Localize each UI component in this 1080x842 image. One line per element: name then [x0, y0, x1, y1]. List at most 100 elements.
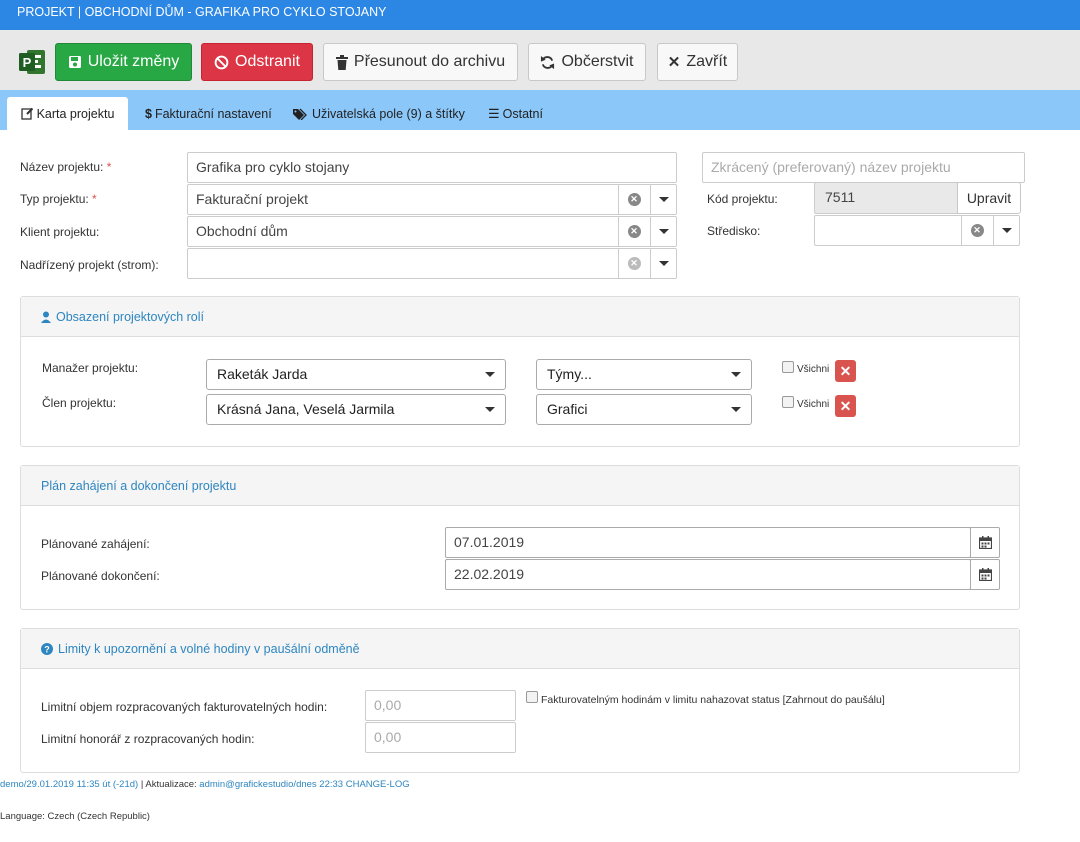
roles-panel-header: Obsazení projektových rolí — [21, 297, 1019, 337]
chevron-down-icon[interactable] — [650, 248, 677, 279]
plan-title: Plán zahájení a dokončení projektu — [41, 478, 237, 493]
end-label: Plánované dokončení: — [41, 569, 160, 583]
type-label: Typ projektu: * — [20, 192, 97, 206]
tab-label: Fakturační nastavení — [154, 106, 272, 121]
manager-team-select[interactable]: Týmy... — [536, 359, 752, 390]
clear-icon[interactable]: ✕ — [961, 215, 992, 246]
manager-team-value: Týmy... — [547, 366, 592, 382]
project-code-input: 7511 — [814, 182, 958, 214]
refresh-label: Občerstvit — [561, 53, 634, 70]
member-team-value: Grafici — [547, 401, 588, 417]
window-title: PROJEKT | OBCHODNÍ DŮM - GRAFIKA PRO CYK… — [0, 0, 1080, 30]
project-type-select[interactable]: Fakturační projekt ✕ — [187, 184, 677, 215]
member-team-select[interactable]: Grafici — [536, 394, 752, 425]
close-icon: ✕ — [839, 362, 852, 379]
archive-button[interactable]: Přesunout do archivu — [323, 43, 518, 81]
chevron-down-icon — [485, 407, 495, 412]
save-icon — [68, 56, 81, 68]
bars-icon: ☰ — [488, 105, 500, 121]
created-link[interactable]: demo/29.01.2019 11:35 út (-21d) — [0, 779, 138, 790]
member-value: Krásná Jana, Veselá Jarmila — [217, 401, 395, 417]
member-select[interactable]: Krásná Jana, Veselá Jarmila — [206, 394, 506, 425]
updated-link[interactable]: admin@grafickestudio/dnes 22:33 — [199, 779, 343, 790]
ms-project-icon: P — [17, 47, 47, 77]
roles-panel: Obsazení projektových rolí Manažer proje… — [20, 296, 1020, 447]
toolbar: P Uložit změny Odstranit Přesunout do ar… — [0, 30, 1080, 90]
include-status-checkbox[interactable] — [526, 691, 538, 703]
member-all-checkbox[interactable] — [782, 396, 794, 408]
close-button[interactable]: ✕ Zavřít — [657, 43, 738, 81]
clear-icon[interactable]: ✕ — [618, 184, 649, 215]
hours-limit-label: Limitní objem rozpracovaných fakturovate… — [41, 700, 328, 714]
include-status-label: Fakturovatelným hodinám v limitu nahazov… — [541, 694, 885, 706]
fee-limit-label: Limitní honorář z rozpracovaných hodin: — [41, 732, 255, 746]
plan-panel-header: Plán zahájení a dokončení projektu — [21, 466, 1019, 506]
member-label: Člen projektu: — [42, 396, 117, 410]
calendar-icon[interactable] — [970, 559, 1000, 590]
name-label: Název projektu: * — [20, 160, 112, 174]
manager-label: Manažer projektu: — [42, 361, 139, 375]
project-type-value: Fakturační projekt — [196, 191, 309, 207]
chevron-down-icon[interactable] — [993, 215, 1020, 246]
save-button[interactable]: Uložit změny — [55, 43, 192, 81]
client-value: Obchodní dům — [196, 223, 288, 239]
end-date-input[interactable]: 22.02.2019 — [445, 559, 971, 590]
parent-label: Nadřízený projekt (strom): — [20, 258, 159, 272]
plan-panel: Plán zahájení a dokončení projektu Pláno… — [20, 465, 1020, 610]
hours-limit-input[interactable]: 0,00 — [365, 690, 516, 721]
clear-icon[interactable]: ✕ — [618, 216, 649, 247]
tab-label: Karta projektu — [36, 106, 115, 121]
chevron-down-icon[interactable] — [650, 184, 677, 215]
tab-label: Uživatelská pole (9) a štítky — [312, 106, 465, 121]
client-label: Klient projektu: — [20, 225, 100, 239]
code-label: Kód projektu: — [707, 192, 778, 206]
tab-karta-projektu[interactable]: Karta projektu — [7, 97, 128, 130]
parent-project-select[interactable]: ✕ — [187, 248, 677, 279]
ban-icon — [214, 55, 229, 69]
tab-label: Ostatní — [502, 106, 543, 121]
fee-limit-input[interactable]: 0,00 — [365, 722, 516, 753]
close-icon: ✕ — [839, 397, 852, 414]
center-select[interactable]: ✕ — [814, 215, 1020, 246]
manager-select[interactable]: Raketák Jarda — [206, 359, 506, 390]
archive-label: Přesunout do archivu — [353, 53, 506, 70]
chevron-down-icon[interactable] — [650, 216, 677, 247]
tab-uzivatelska-pole[interactable]: Uživatelská pole (9) a štítky — [293, 97, 465, 130]
question-circle-icon: ? — [41, 642, 53, 655]
user-icon — [41, 311, 51, 323]
tab-bar: Karta projektu $ Fakturační nastavení Už… — [0, 90, 1080, 130]
chevron-down-icon — [731, 372, 741, 377]
client-select[interactable]: Obchodní dům ✕ — [187, 216, 677, 247]
limits-panel-header: ? Limity k upozornění a volné hodiny v p… — [21, 629, 1019, 669]
remove-manager-button[interactable]: ✕ — [835, 360, 856, 382]
svg-text:?: ? — [44, 644, 50, 654]
project-name-input[interactable]: Grafika pro cyklo stojany — [187, 152, 677, 183]
short-name-input[interactable]: Zkrácený (preferovaný) název projektu — [702, 152, 1025, 183]
tags-icon — [293, 108, 307, 120]
roles-title: Obsazení projektových rolí — [56, 309, 204, 324]
refresh-icon — [541, 55, 555, 69]
changelog-link[interactable]: CHANGE-LOG — [346, 779, 410, 790]
svg-text:P: P — [23, 55, 32, 70]
calendar-icon[interactable] — [970, 527, 1000, 558]
start-date-input[interactable]: 07.01.2019 — [445, 527, 971, 558]
start-label: Plánované zahájení: — [41, 537, 150, 551]
save-label: Uložit změny — [87, 53, 180, 70]
tab-ostatni[interactable]: ☰ Ostatní — [488, 97, 543, 130]
limits-panel: ? Limity k upozornění a volné hodiny v p… — [20, 628, 1020, 773]
delete-label: Odstranit — [235, 53, 300, 70]
remove-member-button[interactable]: ✕ — [835, 395, 856, 417]
manager-value: Raketák Jarda — [217, 366, 308, 382]
chevron-down-icon — [731, 407, 741, 412]
clear-icon[interactable]: ✕ — [618, 248, 649, 279]
delete-button[interactable]: Odstranit — [201, 43, 313, 81]
edit-code-button[interactable]: Upravit — [957, 182, 1021, 214]
dollar-icon: $ — [145, 106, 152, 121]
update-separator: | Aktualizace: — [138, 779, 200, 790]
center-label: Středisko: — [707, 224, 761, 238]
edit-icon — [20, 107, 33, 120]
tab-fakturacni-nastaveni[interactable]: $ Fakturační nastavení — [145, 97, 272, 130]
refresh-button[interactable]: Občerstvit — [528, 43, 646, 81]
manager-all-label: Všichni — [797, 364, 830, 375]
manager-all-checkbox[interactable] — [782, 361, 794, 373]
